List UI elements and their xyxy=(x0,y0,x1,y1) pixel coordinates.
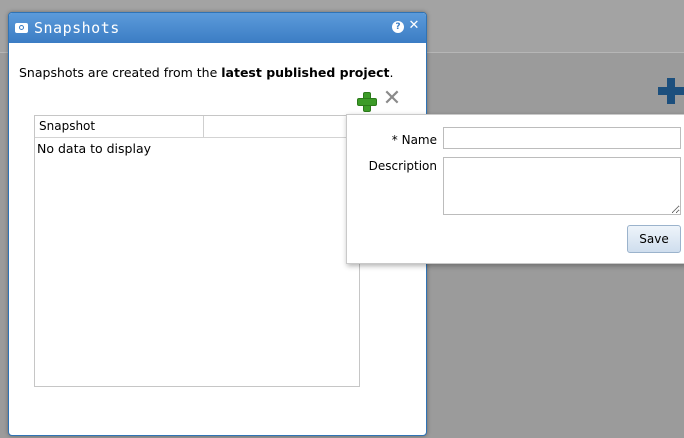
table-header: Snapshot xyxy=(35,116,359,138)
info-prefix: Snapshots are created from the xyxy=(19,65,222,80)
name-label: * Name xyxy=(391,133,437,147)
snapshot-table: Snapshot No data to display xyxy=(34,115,360,387)
dialog-titlebar: Snapshots ? ✕ xyxy=(9,13,426,43)
help-icon[interactable]: ? xyxy=(392,21,404,33)
column-header-snapshot[interactable]: Snapshot xyxy=(39,119,95,133)
description-field[interactable] xyxy=(443,157,681,215)
delete-icon[interactable]: ✕ xyxy=(382,88,402,110)
add-icon[interactable] xyxy=(358,93,376,111)
create-snapshot-popup: * Name Description Save xyxy=(346,114,684,264)
name-field[interactable] xyxy=(443,127,681,149)
description-label: Description xyxy=(368,159,437,173)
empty-message: No data to display xyxy=(37,141,152,156)
close-icon[interactable]: ✕ xyxy=(408,19,420,33)
info-text: Snapshots are created from the latest pu… xyxy=(19,65,394,80)
info-bold: latest published project xyxy=(221,65,390,80)
column-separator xyxy=(203,116,204,137)
dialog-title: Snapshots xyxy=(34,19,120,37)
background-add-icon xyxy=(658,78,684,104)
save-button[interactable]: Save xyxy=(627,225,681,253)
info-suffix: . xyxy=(389,65,394,80)
camera-icon xyxy=(15,23,28,33)
